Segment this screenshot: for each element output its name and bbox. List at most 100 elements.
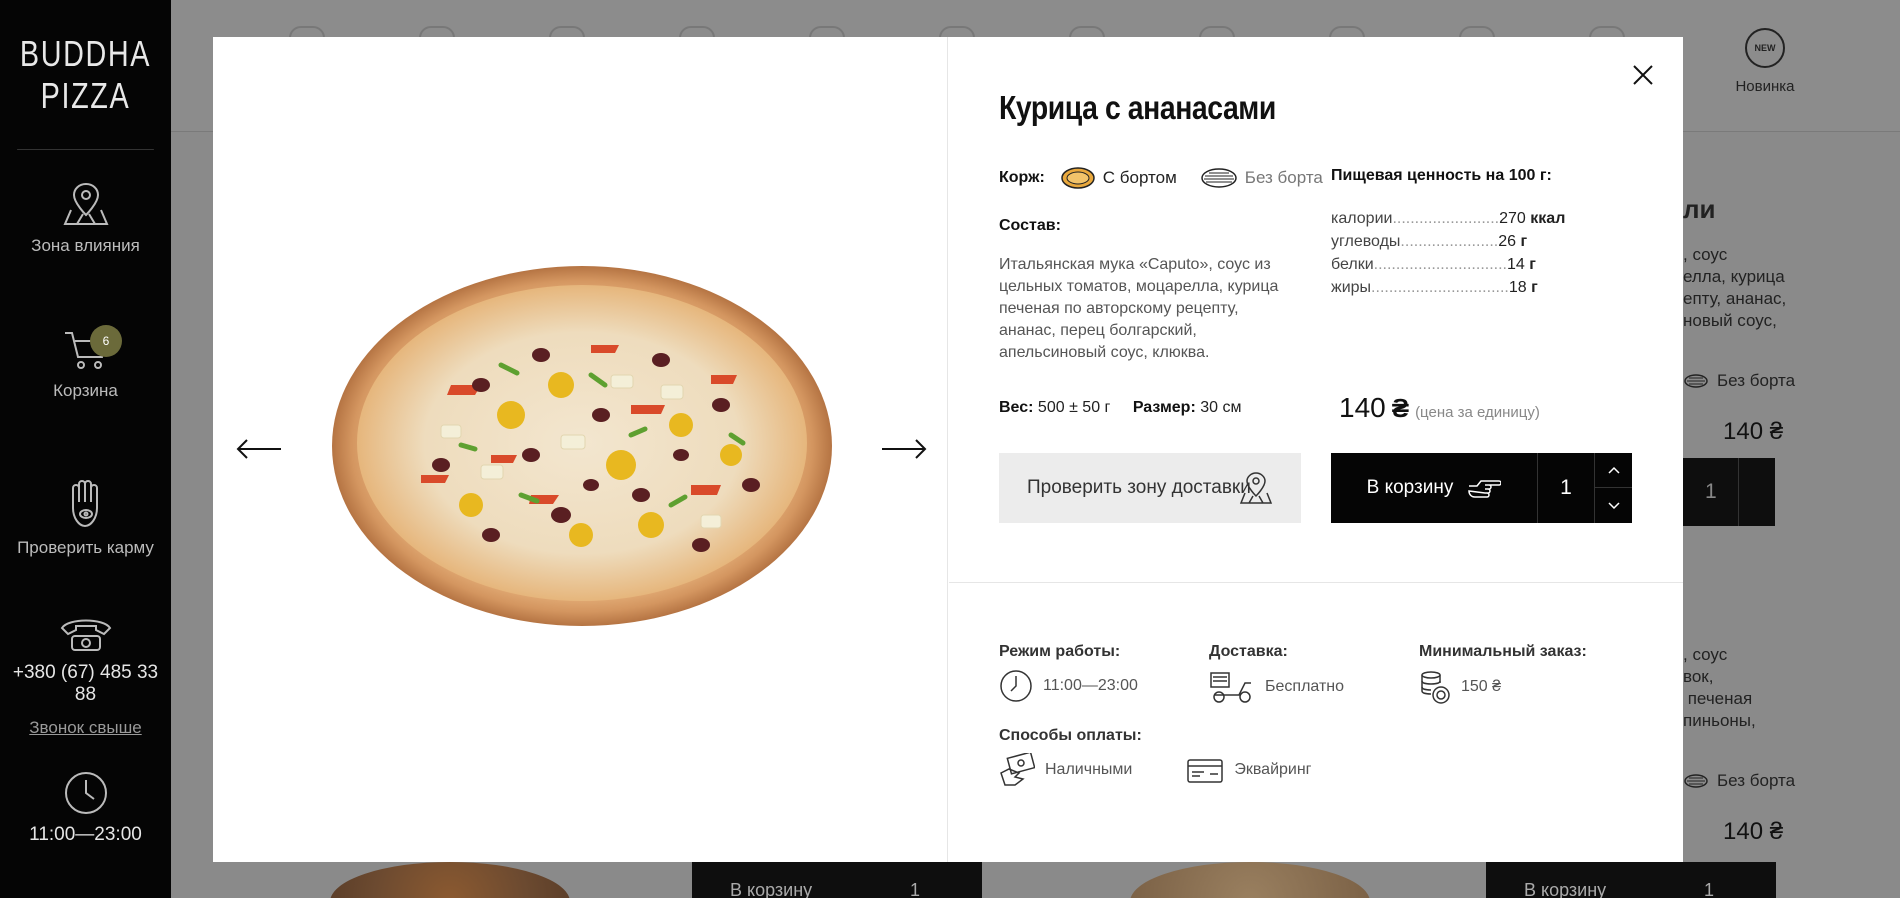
product-details: Курица с ананасами Корж: С бортом Без бо… <box>949 37 1683 862</box>
check-delivery-zone-button[interactable]: Проверить зону доставки <box>999 453 1301 523</box>
bg-card-title: ли <box>1683 194 1716 224</box>
sidebar-item-cart[interactable]: 6 Корзина <box>0 325 171 401</box>
logo-line-2: PIZZA <box>40 74 131 116</box>
info-value: 11:00—23:00 <box>1043 677 1138 694</box>
cash-hand-icon <box>1000 753 1035 786</box>
nutrient-unit: г <box>1531 279 1538 296</box>
crust-label: Без борта <box>1717 371 1796 390</box>
product-gallery <box>213 37 948 862</box>
hamsa-hand-icon <box>71 480 98 528</box>
nutrient-unit: г <box>1520 233 1528 250</box>
bg-add-to-cart[interactable]: В корзину 1 <box>1486 862 1776 898</box>
callback-link[interactable]: Звонок свыше <box>0 718 171 738</box>
crust-label: Без борта <box>1717 771 1796 790</box>
close-icon[interactable] <box>1631 63 1655 87</box>
chevron-up-icon <box>1607 466 1620 474</box>
quantity-stepper <box>1595 453 1632 523</box>
map-pin-icon <box>1239 472 1273 504</box>
sidebar-item-label: Проверить карму <box>17 538 154 557</box>
payment-card: Эквайринг <box>1186 753 1312 787</box>
price-currency: ₴ <box>1391 393 1410 423</box>
arrow-left-icon[interactable] <box>235 437 283 461</box>
info-title: Минимальный заказ: <box>1419 643 1587 660</box>
info-value: 150 ₴ <box>1461 678 1502 695</box>
info-delivery: Доставка: Бесплатно <box>1209 643 1344 705</box>
bg-add-to-cart[interactable]: В корзину 1 <box>692 862 982 898</box>
bg-card-price: 140 ₴ <box>1723 418 1784 445</box>
nutrient-name: жиры <box>1331 279 1372 296</box>
crust-option-with-border[interactable]: С бортом <box>1061 167 1177 189</box>
product-title: Курица с ананасами <box>999 89 1276 126</box>
nav-item-new[interactable]: NEW Новинка <box>1735 28 1795 95</box>
bg-cart-label: В корзину <box>1524 880 1607 898</box>
price-value: 140 <box>1339 392 1386 423</box>
check-delivery-zone-label: Проверить зону доставки <box>1027 477 1251 498</box>
nav-item-label: Новинка <box>1735 78 1795 95</box>
nutrient-value: 26 <box>1498 233 1517 250</box>
quantity-increase-button[interactable] <box>1595 453 1632 488</box>
price: 140 ₴ (цена за единицу) <box>1339 392 1540 424</box>
payment-cash: Наличными <box>999 753 1132 787</box>
quantity-value[interactable]: 1 <box>1538 453 1595 523</box>
crust-option-without-border[interactable]: Без борта <box>1201 167 1323 189</box>
nutrient-unit: ккал <box>1530 210 1566 227</box>
bg-card-crust[interactable]: Без борта <box>1683 370 1795 392</box>
info-title: Режим работы: <box>999 643 1121 660</box>
chevron-down-icon <box>1607 501 1620 509</box>
size-value: 30 см <box>1200 399 1242 416</box>
nutrition-row: углеводы...................... 26 г <box>1331 230 1581 253</box>
nutrient-unit: г <box>1529 256 1536 273</box>
size-label: Размер: <box>1132 399 1196 416</box>
crust-thick-icon <box>1061 167 1095 189</box>
bg-qty-value: 1 <box>1705 480 1717 503</box>
credit-card-icon <box>1187 759 1224 783</box>
cart-count-badge: 6 <box>90 325 122 357</box>
clock-icon <box>64 772 107 814</box>
bg-card-crust[interactable]: Без борта <box>1683 770 1795 792</box>
bg-card-price: 140 ₴ <box>1723 818 1784 845</box>
quantity-decrease-button[interactable] <box>1595 488 1632 523</box>
sidebar-item-label: Корзина <box>53 381 118 400</box>
bg-qty-stepper[interactable] <box>1738 458 1775 526</box>
crust-thin-icon <box>1201 168 1237 188</box>
weight-label: Вес: <box>999 399 1034 416</box>
crust-label: Корж: <box>999 169 1045 186</box>
nutrient-value: 270 <box>1499 210 1526 227</box>
weight-value: 500 ± 50 г <box>1037 399 1111 416</box>
nutrient-name: белки <box>1331 256 1374 273</box>
info-title: Доставка: <box>1209 643 1288 660</box>
sidebar: BUDDHA PIZZA Зона влияния 6 Корзина Пров… <box>0 0 171 898</box>
sidebar-item-label: Зона влияния <box>31 236 140 255</box>
crust-thin-icon <box>1684 374 1708 388</box>
pointing-hand-icon <box>1468 480 1502 498</box>
sidebar-hours: 11:00—23:00 <box>0 770 171 846</box>
sidebar-item-zone[interactable]: Зона влияния <box>0 180 171 256</box>
ingredients-text: Итальянская мука «Caputo», соус из цельн… <box>999 256 1279 361</box>
new-badge-icon: NEW <box>1745 28 1785 68</box>
coins-icon <box>1421 671 1450 704</box>
bg-qty-value: 1 <box>910 880 921 898</box>
sidebar-item-karma[interactable]: Проверить карму <box>0 478 171 558</box>
nutrition-row: калории........................ 270 ккал <box>1331 207 1581 230</box>
logo-line-1: BUDDHA <box>19 32 152 74</box>
info-title: Способы оплаты: <box>999 727 1142 744</box>
bg-card-qty: 1 <box>1683 458 1775 526</box>
info-value: Наличными <box>1045 761 1133 778</box>
phone-number[interactable]: +380 (67) 485 33 88 <box>0 662 171 706</box>
phone-icon <box>60 619 111 651</box>
delivery-scooter-icon <box>1210 672 1251 703</box>
info-min-order: Минимальный заказ: 150 ₴ <box>1419 643 1587 705</box>
logo[interactable]: BUDDHA PIZZA <box>17 0 154 150</box>
nutrition-row: белки.............................. 14 г <box>1331 253 1581 276</box>
product-modal: Курица с ананасами Корж: С бортом Без бо… <box>213 37 1683 862</box>
add-to-cart-group: В корзину 1 <box>1331 453 1632 523</box>
add-to-cart-label: В корзину <box>1366 477 1454 498</box>
arrow-right-icon[interactable] <box>880 437 928 461</box>
nutrition-title: Пищевая ценность на 100 г: <box>1331 167 1552 184</box>
nutrition-row: жиры............................... 18 г <box>1331 276 1581 299</box>
add-to-cart-button[interactable]: В корзину <box>1331 453 1538 523</box>
bg-pizza-image <box>1130 862 1370 898</box>
crust-thin-icon <box>1684 774 1708 788</box>
weight-size-row: Вес: 500 ± 50 г Размер: 30 см <box>999 399 1259 417</box>
clock-icon <box>1000 670 1032 702</box>
